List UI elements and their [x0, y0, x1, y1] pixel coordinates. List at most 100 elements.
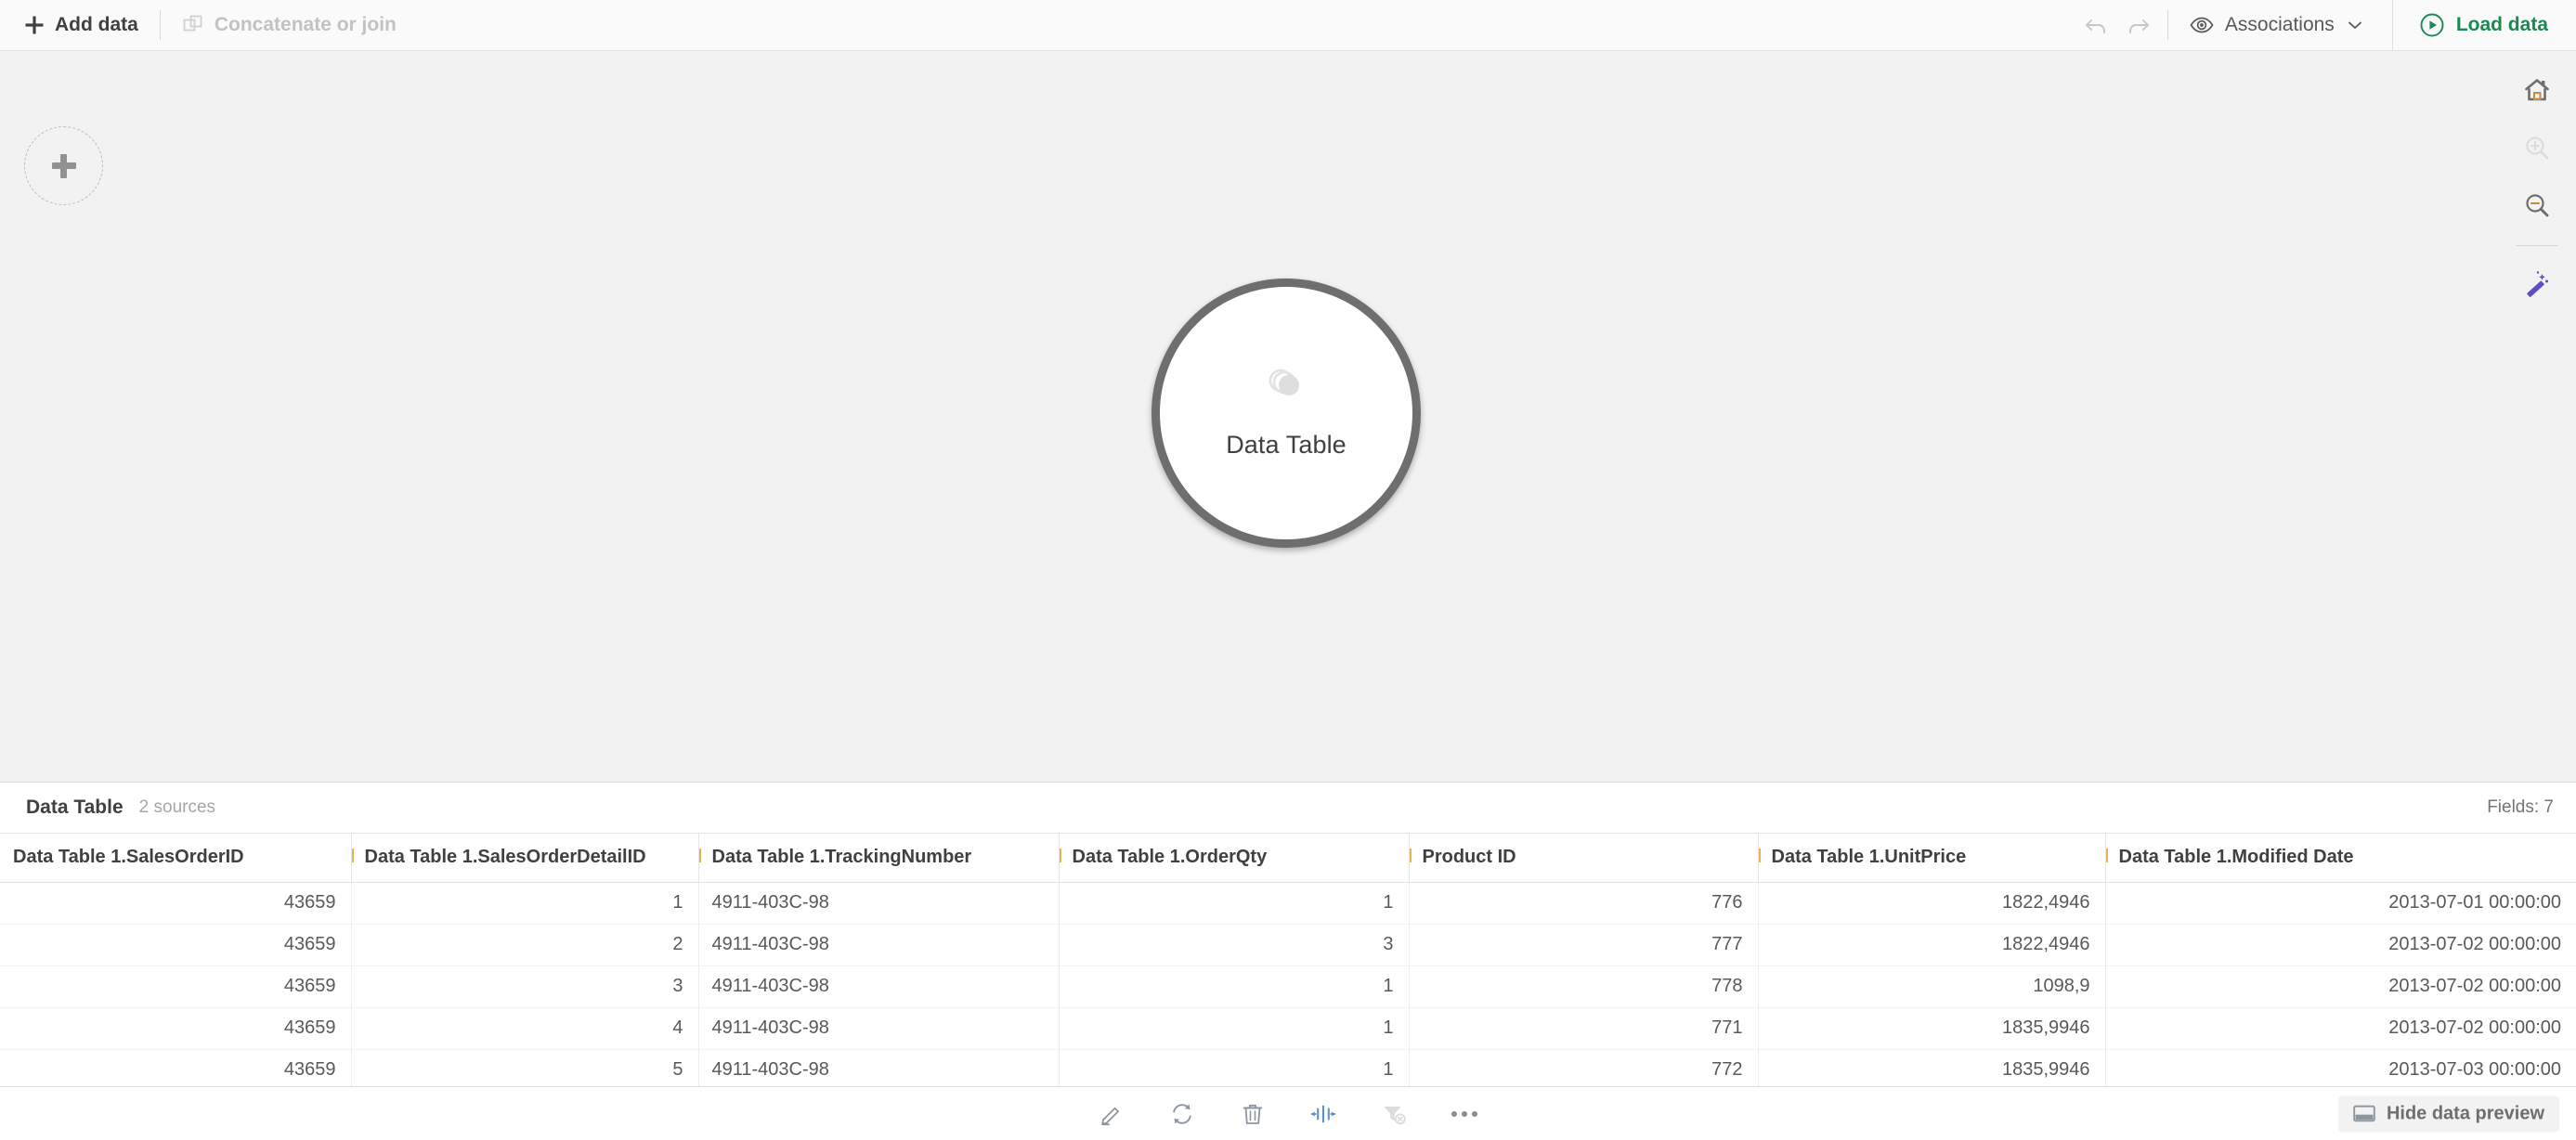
column-header-label: Product ID — [1422, 847, 1516, 868]
column-header-0[interactable]: Data Table 1.SalesOrderID — [0, 834, 352, 883]
add-data-button[interactable]: Add data — [13, 7, 150, 43]
concatenate-or-join-button[interactable]: Concatenate or join — [171, 7, 408, 43]
column-resize-handle[interactable] — [1758, 849, 1761, 862]
table-cell: 43659 — [0, 882, 352, 925]
delete-icon — [1240, 1101, 1266, 1127]
add-data-label: Add data — [55, 14, 138, 35]
refresh-icon — [1169, 1101, 1195, 1127]
table-cell: 5 — [351, 1049, 699, 1086]
table-cell: 4911-403C-98 — [698, 965, 1060, 1008]
undo-button[interactable] — [2077, 6, 2114, 44]
column-header-label: Data Table 1.SalesOrderID — [13, 847, 244, 868]
preview-table-body: 43659 1 4911-403C-98 1 776 1822,4946 2013-07-0… — [0, 882, 2576, 1086]
table-cell: 1 — [1059, 1007, 1410, 1050]
table-row[interactable]: 43659 2 4911-403C-98 3 777 1822,4946 2013-07-0… — [0, 924, 2576, 966]
table-cell: 43659 — [0, 924, 352, 966]
home-button[interactable] — [2511, 64, 2563, 116]
preview-fields-count: Fields: 7 — [2487, 797, 2554, 817]
add-table-circle-button[interactable] — [24, 126, 103, 205]
canvas-tool-rail — [2498, 51, 2576, 315]
hide-data-preview-label: Hide data preview — [2386, 1103, 2544, 1123]
column-header-6[interactable]: Data Table 1.Modified Date — [2105, 834, 2576, 883]
column-header-1[interactable]: Data Table 1.SalesOrderDetailID — [351, 834, 699, 883]
associations-button[interactable]: Associations — [2179, 6, 2375, 45]
clear-filter-icon — [1381, 1101, 1407, 1127]
clear-filter-button[interactable] — [1372, 1094, 1416, 1134]
preview-sources-count: 2 sources — [138, 797, 216, 817]
column-header-label: Data Table 1.Modified Date — [2118, 847, 2354, 868]
split-columns-icon — [1310, 1101, 1336, 1127]
column-resize-handle[interactable] — [2105, 849, 2108, 862]
table-cell: 1835,9946 — [1758, 1049, 2106, 1086]
more-options-button[interactable] — [1442, 1094, 1487, 1134]
panel-collapse-icon — [2353, 1105, 2375, 1123]
table-cell: 4911-403C-98 — [698, 1049, 1060, 1086]
stacked-disks-icon — [1265, 367, 1308, 408]
data-manager-app: Add data Concatenate or join Association… — [0, 0, 2576, 1140]
associations-label: Associations — [2224, 14, 2335, 35]
split-columns-button[interactable] — [1301, 1094, 1346, 1134]
toolbar-right-group: Associations Load data — [2077, 0, 2576, 51]
table-cell: 2013-07-02 00:00:00 — [2105, 1007, 2576, 1050]
play-circle-icon — [2419, 12, 2445, 38]
delete-table-button[interactable] — [1230, 1094, 1275, 1134]
column-header-5[interactable]: Data Table 1.UnitPrice — [1758, 834, 2106, 883]
load-data-button[interactable]: Load data — [2406, 5, 2569, 45]
auto-layout-button[interactable] — [2511, 257, 2563, 309]
table-row[interactable]: 43659 1 4911-403C-98 1 776 1822,4946 2013-07-0… — [0, 882, 2576, 925]
table-cell: 2013-07-01 00:00:00 — [2105, 882, 2576, 925]
table-cell: 4911-403C-98 — [698, 882, 1060, 925]
edit-table-button[interactable] — [1089, 1094, 1134, 1134]
column-resize-handle[interactable] — [1409, 849, 1412, 862]
toolbar-divider-1 — [159, 10, 161, 40]
table-cell: 1 — [1059, 1049, 1410, 1086]
toolbar-divider-3 — [2391, 0, 2393, 51]
table-cell: 43659 — [0, 1007, 352, 1050]
redo-button[interactable] — [2120, 6, 2157, 44]
concatenate-or-join-label: Concatenate or join — [214, 14, 397, 35]
plus-icon-vertical — [60, 153, 67, 178]
table-row[interactable]: 43659 3 4911-403C-98 1 778 1098,9 2013-07-02 0… — [0, 965, 2576, 1008]
table-cell: 1 — [1059, 882, 1410, 925]
table-cell: 777 — [1409, 924, 1759, 966]
refresh-data-button[interactable] — [1160, 1094, 1204, 1134]
table-cell: 4911-403C-98 — [698, 1007, 1060, 1050]
magic-wand-icon — [2523, 269, 2551, 297]
top-toolbar: Add data Concatenate or join Association… — [0, 0, 2576, 51]
table-row[interactable]: 43659 5 4911-403C-98 1 772 1835,9946 2013-07-0… — [0, 1049, 2576, 1086]
data-preview-header: Data Table 2 sources Fields: 7 — [0, 783, 2576, 834]
toolbar-divider-2 — [2166, 10, 2168, 40]
table-cell: 43659 — [0, 1049, 352, 1086]
hide-data-preview-button[interactable]: Hide data preview — [2337, 1095, 2559, 1132]
table-cell: 772 — [1409, 1049, 1759, 1086]
column-resize-handle[interactable] — [1059, 849, 1061, 862]
table-row[interactable]: 43659 4 4911-403C-98 1 771 1835,9946 2013-07-0… — [0, 1007, 2576, 1050]
column-resize-handle[interactable] — [351, 849, 354, 862]
column-header-4[interactable]: Product ID — [1409, 834, 1759, 883]
concatenate-icon — [182, 14, 204, 36]
data-table-bubble[interactable]: Data Table — [1151, 279, 1421, 548]
column-resize-handle[interactable] — [698, 849, 701, 862]
preview-table-scroll[interactable]: Data Table 1.SalesOrderID Data Table 1.Sa… — [0, 834, 2576, 1086]
table-action-toolbar — [1089, 1094, 1487, 1134]
zoom-in-button[interactable] — [2511, 122, 2563, 174]
zoom-out-button[interactable] — [2511, 179, 2563, 231]
data-preview-footer: Hide data preview — [0, 1086, 2576, 1140]
rail-divider — [2516, 245, 2558, 246]
toolbar-left-group: Add data Concatenate or join — [13, 7, 408, 43]
edit-icon — [1099, 1101, 1125, 1127]
table-cell: 2 — [351, 924, 699, 966]
column-header-3[interactable]: Data Table 1.OrderQty — [1059, 834, 1410, 883]
preview-table-title: Data Table — [26, 797, 124, 818]
column-header-label: Data Table 1.OrderQty — [1072, 847, 1268, 868]
data-model-canvas[interactable]: Data Table — [0, 51, 2576, 782]
table-cell: 3 — [1059, 924, 1410, 966]
preview-header-row: Data Table 1.SalesOrderID Data Table 1.Sa… — [0, 834, 2576, 883]
table-cell: 43659 — [0, 965, 352, 1008]
column-header-2[interactable]: Data Table 1.TrackingNumber — [698, 834, 1060, 883]
preview-table-head: Data Table 1.SalesOrderID Data Table 1.Sa… — [0, 834, 2576, 883]
table-cell: 1822,4946 — [1758, 924, 2106, 966]
eye-icon — [2190, 13, 2214, 37]
table-cell: 2013-07-03 00:00:00 — [2105, 1049, 2576, 1086]
undo-icon — [2084, 13, 2108, 37]
